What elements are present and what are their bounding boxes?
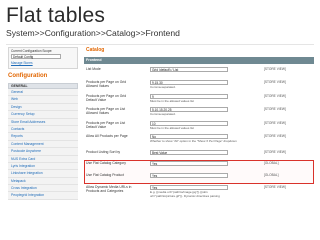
config-main: Catalog Frontend List Mode Grid (default… (84, 45, 314, 240)
screenshot-panel: Current Configuration Scope: Default Con… (6, 44, 314, 240)
sidebar-item[interactable]: Currency Setup (8, 111, 78, 119)
setting-row: List Mode Grid (default) / List [STORE V… (84, 66, 314, 79)
scope-tag: [STORE VIEW] (264, 133, 286, 138)
page-title: Catalog (86, 47, 105, 53)
scope-select[interactable]: Default Config (11, 54, 61, 59)
breadcrumb: System>>Configuration>>Catalog>>Frontend (6, 28, 180, 38)
sidebar-item[interactable]: NUS Extra Card (8, 155, 78, 163)
setting-row: Use Flat Catalog Product Yes [GLOBAL] (84, 172, 314, 184)
sidebar-item[interactable]: Contacts (8, 125, 78, 134)
sidebar-item[interactable]: Design (8, 103, 78, 112)
sidebar-item[interactable]: Reports (8, 133, 78, 141)
scope-tag: [STORE VIEW] (264, 184, 286, 189)
setting-label: Products per Page on Grid Allowed Values (86, 80, 127, 89)
setting-note: Must be in the allowed values list (150, 125, 194, 130)
sidebar-item[interactable]: Store Email Addresses (8, 118, 78, 126)
sidebar-item[interactable]: General (8, 89, 78, 97)
setting-row: Products per Page on Grid Default Value … (84, 93, 314, 106)
setting-label: Allow Dynamic Media URLs in Products and… (86, 184, 132, 193)
setting-label: Products per Page on Grid Default Value (86, 93, 127, 102)
setting-row: Products per Page on List Allowed Values… (84, 106, 314, 119)
sidebar-item[interactable]: Lyris Integration (8, 162, 78, 171)
slide-title: Flat tables (6, 4, 106, 27)
sidebar-item[interactable]: Linkshare Integration (8, 170, 78, 178)
section-header-frontend[interactable]: Frontend (84, 57, 314, 64)
setting-input[interactable]: 10 (150, 120, 228, 126)
setting-select[interactable]: Best Value (150, 149, 228, 155)
scope-tag: [STORE VIEW] (264, 120, 286, 125)
setting-row: Products per Page on List Default Value … (84, 120, 314, 133)
scope-tag: [STORE VIEW] (264, 107, 286, 112)
setting-label: Product Listing Sort by (86, 149, 121, 154)
setting-row: Products per Page on Grid Allowed Values… (84, 79, 314, 92)
scope-tag: [STORE VIEW] (264, 93, 286, 98)
sidebar-item[interactable]: Postcode Anywhere (8, 148, 78, 156)
setting-row: Product Listing Sort by Best Value [STOR… (84, 149, 314, 160)
setting-label: Use Flat Catalog Category (86, 160, 126, 165)
setting-row: Allow Dynamic Media URLs in Products and… (84, 184, 314, 200)
settings-form: List Mode Grid (default) / List [STORE V… (84, 66, 314, 200)
use-flat-category-select[interactable]: Yes (150, 160, 228, 166)
setting-note: Must be in the allowed values list (150, 98, 194, 103)
manage-stores-link[interactable]: Manage Stores (11, 61, 75, 65)
sidebar-heading: Configuration (8, 73, 48, 79)
scope-tag: [STORE VIEW] (264, 149, 286, 154)
scope-tag: [GLOBAL] (264, 160, 279, 165)
setting-label: List Mode (86, 67, 101, 71)
setting-note: E.g. {{media url="path/to/image.jpg"}} {… (150, 189, 220, 198)
config-sidebar: Current Configuration Scope: Default Con… (6, 45, 80, 240)
flat-catalog-group: Use Flat Catalog Category Yes [GLOBAL] U… (84, 159, 314, 184)
use-flat-product-select[interactable]: Yes (150, 172, 228, 178)
sidebar-item[interactable]: Metapack (8, 177, 78, 186)
setting-note: Comma-separated. (150, 112, 176, 117)
setting-row: Use Flat Catalog Category Yes [GLOBAL] (84, 160, 314, 172)
setting-select[interactable]: Grid (default) / List (150, 67, 228, 72)
setting-row: Allow All Products per Page No Whether t… (84, 133, 314, 149)
scope-tag: [GLOBAL] (264, 172, 279, 177)
setting-note: Comma-separated. (150, 85, 176, 90)
scope-label: Current Configuration Scope: (11, 49, 53, 53)
setting-label: Use Flat Catalog Product (86, 172, 124, 177)
setting-note: Whether to show "All" option in the "Sho… (150, 138, 237, 143)
scope-switcher: Current Configuration Scope: Default Con… (8, 47, 78, 69)
setting-label: Products per Page on List Default Value (86, 120, 126, 129)
scope-tag: [STORE VIEW] (264, 80, 286, 85)
scope-tag: [STORE VIEW] (264, 67, 286, 71)
config-tree: GENERAL General Web Design Currency Setu… (8, 83, 78, 200)
sidebar-item[interactable]: Peoplegrid Integration (8, 192, 78, 200)
sidebar-item[interactable]: Cross Integration (8, 185, 78, 193)
sidebar-item[interactable]: Web (8, 96, 78, 104)
sidebar-item[interactable]: Content Management (8, 140, 78, 149)
setting-label: Products per Page on List Allowed Values (86, 107, 126, 116)
setting-label: Allow All Products per Page (86, 133, 128, 138)
